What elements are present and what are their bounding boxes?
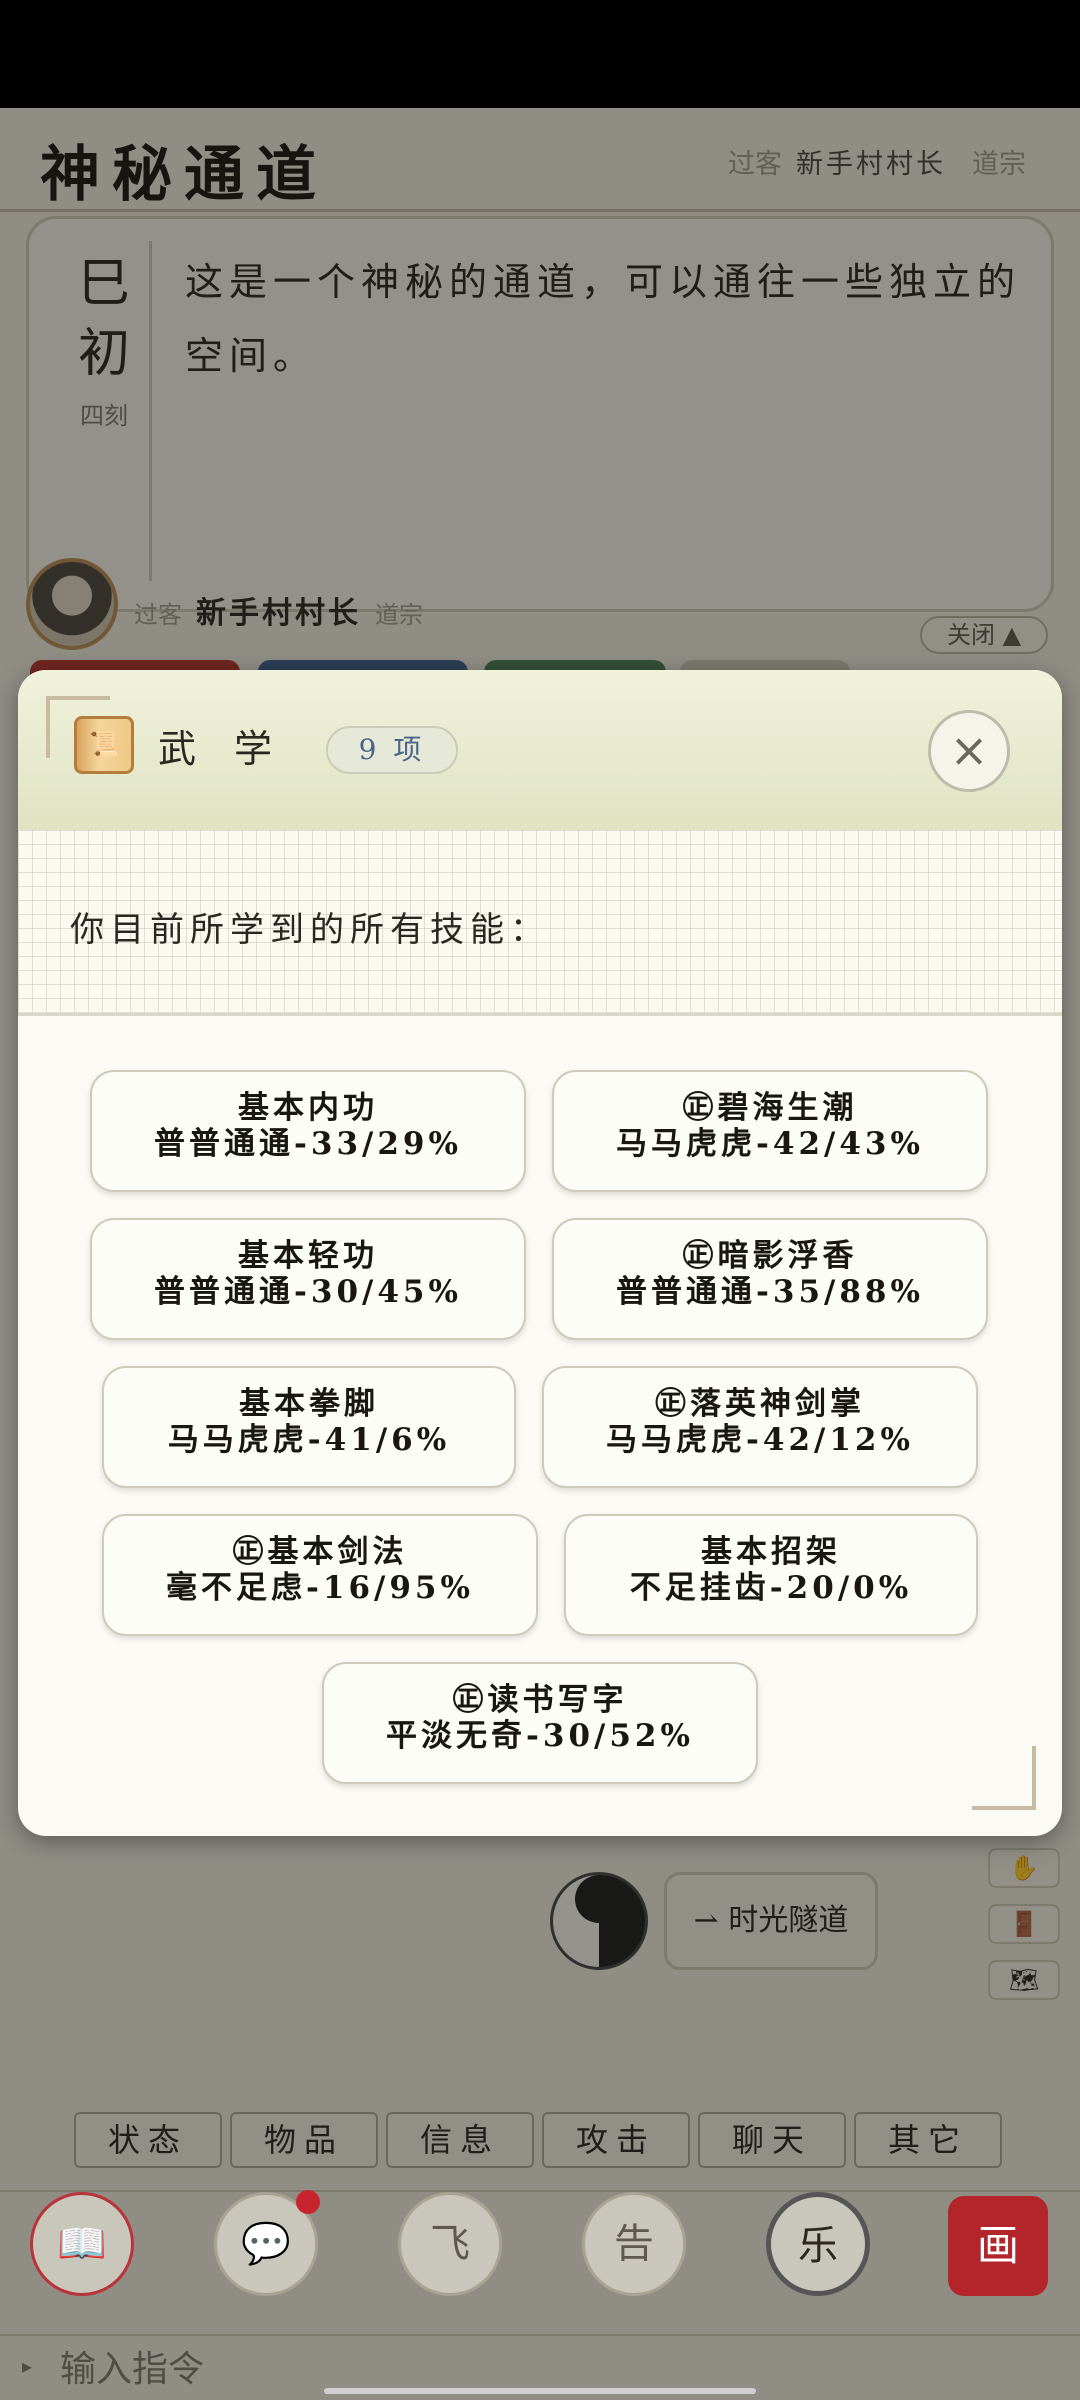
paint-button[interactable]: 画: [948, 2196, 1048, 2296]
announce-button[interactable]: 告: [582, 2192, 686, 2296]
skill-button[interactable]: 基本轻功 普普通通-30/45%: [90, 1218, 526, 1340]
skill-name: 基本内功: [238, 1090, 378, 1126]
skill-stat: 马马虎虎-42/12%: [606, 1422, 914, 1458]
close-button[interactable]: ×: [928, 710, 1010, 792]
skill-stat: 普普通通-33/29%: [154, 1126, 462, 1162]
skill-name: 基本招架: [701, 1534, 841, 1570]
music-button[interactable]: 乐: [766, 2192, 870, 2296]
scroll-icon: 📜: [74, 716, 134, 774]
skill-count-badge: 9 项: [326, 726, 458, 774]
modal-header: 📜 武学 9 项 ×: [18, 670, 1062, 830]
skill-stat: 不足挂齿-20/0%: [629, 1570, 913, 1606]
skill-name: 基本拳脚: [239, 1386, 379, 1422]
modal-title: 武学: [158, 727, 311, 771]
skill-stat: 平淡无奇-30/52%: [386, 1718, 694, 1754]
notification-badge: [296, 2190, 320, 2214]
skill-name: ㊣暗影浮香: [682, 1238, 858, 1274]
skill-stat: 普普通通-35/88%: [616, 1274, 924, 1310]
skill-stat: 马马虎虎-42/43%: [616, 1126, 924, 1162]
status-bar: [0, 0, 1080, 108]
home-indicator[interactable]: [324, 2388, 756, 2394]
skill-name: ㊣基本剑法: [232, 1534, 408, 1570]
skill-name: ㊣读书写字: [452, 1682, 628, 1718]
skill-stat: 马马虎虎-41/6%: [167, 1422, 451, 1458]
skill-button[interactable]: ㊣落英神剑掌 马马虎虎-42/12%: [542, 1366, 978, 1488]
skill-stat: 普普通通-30/45%: [154, 1274, 462, 1310]
skill-button[interactable]: 基本拳脚 马马虎虎-41/6%: [102, 1366, 516, 1488]
skill-button[interactable]: 基本内功 普普通通-33/29%: [90, 1070, 526, 1192]
skill-button[interactable]: 基本招架 不足挂齿-20/0%: [564, 1514, 978, 1636]
skill-name: ㊣落英神剑掌: [655, 1386, 865, 1422]
skill-stat: 毫不足虑-16/95%: [166, 1570, 474, 1606]
skill-button[interactable]: ㊣基本剑法 毫不足虑-16/95%: [102, 1514, 538, 1636]
modal-subtitle: 你目前所学到的所有技能：: [70, 910, 550, 950]
skill-name: ㊣碧海生潮: [682, 1090, 858, 1126]
corner-ornament: [972, 1746, 1036, 1810]
fly-button[interactable]: 飞: [398, 2192, 502, 2296]
skill-button[interactable]: ㊣读书写字 平淡无奇-30/52%: [322, 1662, 758, 1784]
skill-button[interactable]: ㊣碧海生潮 马马虎虎-42/43%: [552, 1070, 988, 1192]
skill-name: 基本轻功: [238, 1238, 378, 1274]
book-icon[interactable]: 📖: [30, 2192, 134, 2296]
skill-button[interactable]: ㊣暗影浮香 普普通通-35/88%: [552, 1218, 988, 1340]
martial-arts-modal: 📜 武学 9 项 × 你目前所学到的所有技能： 基本内功 普普通通-33/29%…: [18, 670, 1062, 1836]
